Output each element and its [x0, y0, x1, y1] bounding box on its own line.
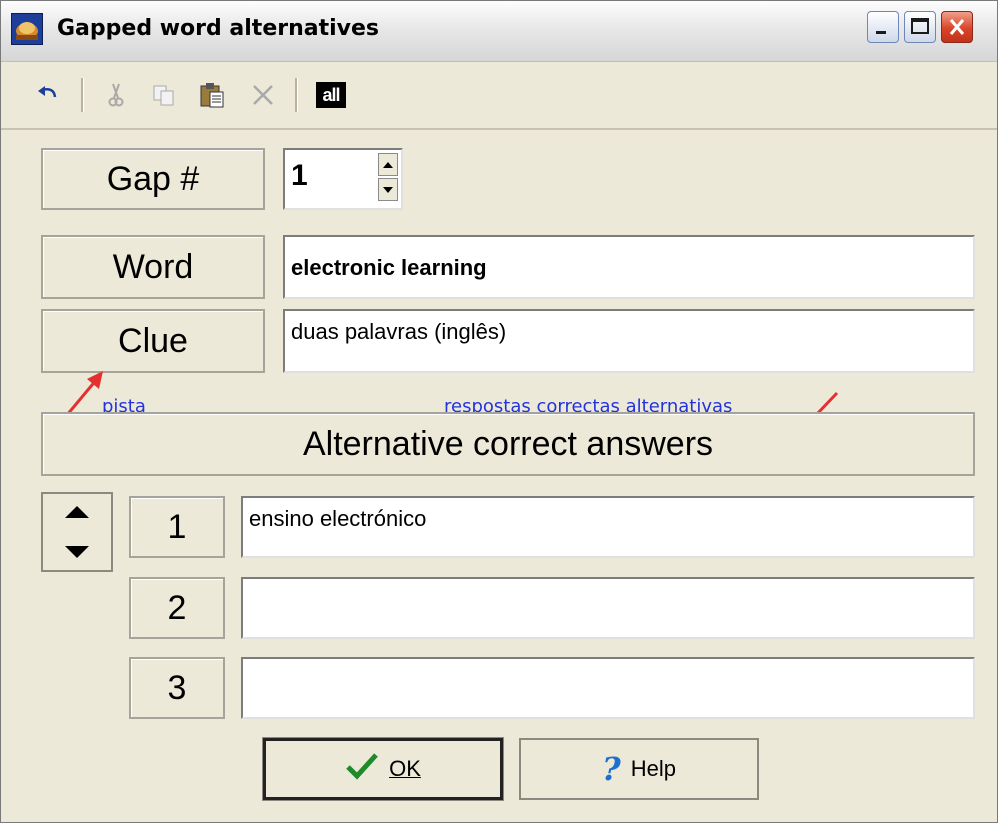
word-input[interactable]: electronic learning [283, 235, 975, 299]
maximize-icon[interactable] [904, 11, 936, 43]
undo-icon[interactable] [33, 80, 63, 110]
paste-icon[interactable] [197, 80, 227, 110]
dialog-window: Gapped word alternatives all Gap # 1 Wor… [0, 0, 998, 823]
spin-up-icon[interactable] [378, 153, 398, 176]
ok-button[interactable]: OK [262, 737, 504, 801]
delete-icon[interactable] [249, 80, 277, 110]
clue-input[interactable]: duas palavras (inglês) [283, 309, 975, 373]
gap-number-spinner[interactable]: 1 [283, 148, 403, 210]
toolbar-separator [81, 78, 84, 112]
select-all-button[interactable]: all [316, 82, 346, 108]
alternative-number-1: 1 [129, 496, 225, 558]
clue-label: Clue [41, 309, 265, 373]
toolbar: all [1, 62, 997, 130]
alternative-number-3: 3 [129, 657, 225, 719]
window-title: Gapped word alternatives [57, 16, 380, 41]
checkmark-icon [345, 752, 379, 786]
ok-label: OK [389, 756, 421, 781]
gap-label: Gap # [41, 148, 265, 210]
alternative-input-1[interactable]: ensino electrónico [241, 496, 975, 558]
close-icon[interactable] [941, 11, 973, 43]
help-button[interactable]: ? Help [519, 738, 759, 800]
copy-icon[interactable] [151, 80, 177, 110]
alternative-input-2[interactable] [241, 577, 975, 639]
gap-number-value: 1 [291, 159, 308, 192]
app-icon [11, 13, 43, 45]
move-down-icon[interactable] [63, 539, 91, 565]
move-up-icon[interactable] [63, 499, 91, 525]
word-label: Word [41, 235, 265, 299]
spin-down-icon[interactable] [378, 178, 398, 201]
alternatives-header: Alternative correct answers [41, 412, 975, 476]
minimize-icon[interactable] [867, 11, 899, 43]
help-question-icon: ? [602, 750, 621, 788]
alternative-number-2: 2 [129, 577, 225, 639]
help-label: Help [630, 756, 676, 781]
toolbar-separator [295, 78, 298, 112]
reorder-buttons[interactable] [41, 492, 113, 572]
title-bar[interactable]: Gapped word alternatives [1, 1, 997, 62]
cut-icon[interactable] [103, 80, 129, 110]
alternative-input-3[interactable] [241, 657, 975, 719]
